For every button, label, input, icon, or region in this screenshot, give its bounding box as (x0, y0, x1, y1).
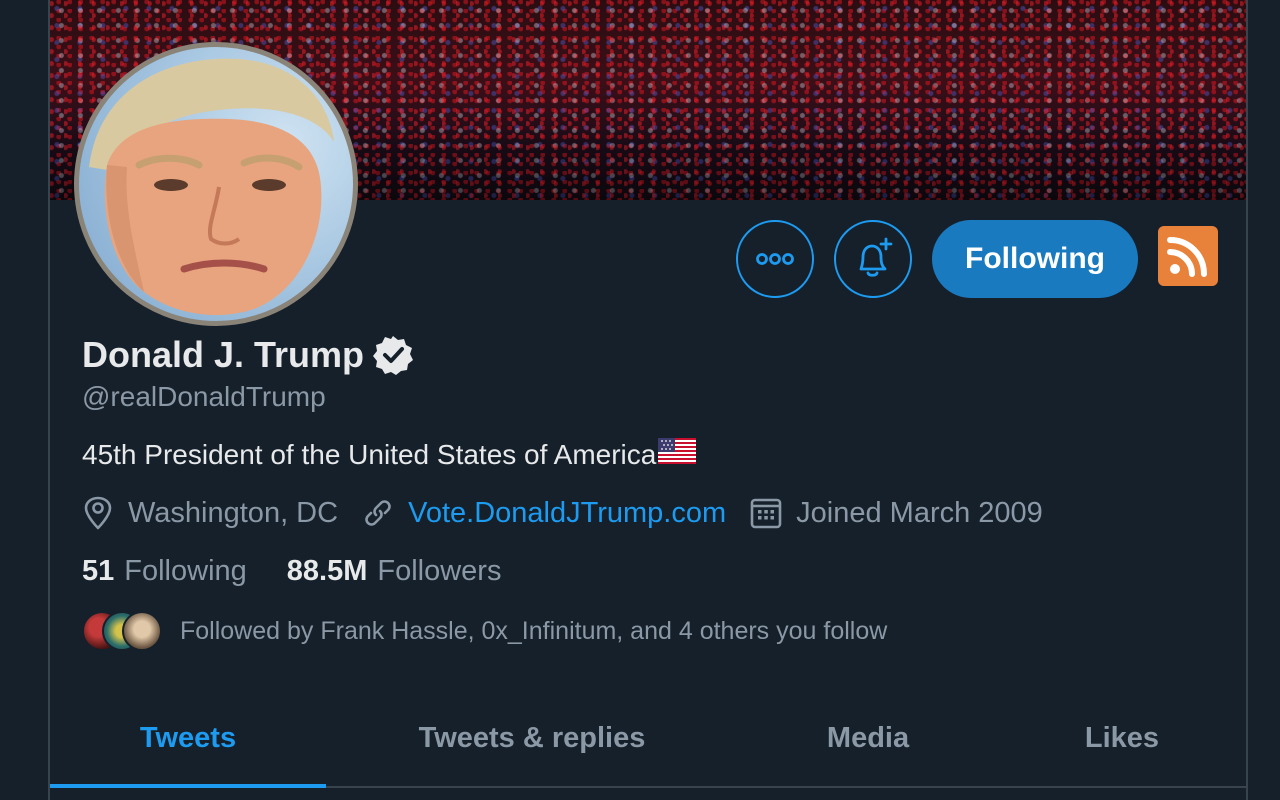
tab-label: Tweets & replies (418, 721, 646, 754)
joined-text: Joined March 2009 (796, 496, 1043, 529)
display-name: Donald J. Trump (82, 334, 414, 376)
active-tab-indicator (50, 784, 326, 788)
follower-avatar (122, 611, 162, 651)
followers-stat[interactable]: 88.5M Followers (287, 555, 502, 588)
verified-badge-icon (372, 334, 414, 376)
followers-label: Followers (377, 555, 502, 587)
tab-tweets-and-replies[interactable]: Tweets & replies (326, 690, 738, 786)
website-link[interactable]: Vote.DonaldJTrump.com (408, 497, 726, 530)
display-name-text: Donald J. Trump (82, 334, 365, 375)
calendar-icon (750, 498, 782, 529)
profile-stats: 51 Following 88.5M Followers (82, 555, 501, 588)
rss-feed-icon (1167, 237, 1207, 277)
location-item: Washington, DC (82, 496, 338, 530)
followed-by-row[interactable]: Followed by Frank Hassle, 0x_Infinitum, … (82, 611, 887, 651)
link-icon (365, 500, 391, 526)
profile-meta-row: Washington, DC Vote.DonaldJTrump.com Joi… (82, 496, 1043, 530)
profile-tabs: Tweets Tweets & replies Media Likes (50, 690, 1246, 788)
joined-item: Joined March 2009 (750, 497, 1043, 530)
following-label: Following (124, 555, 247, 587)
followed-by-avatars (82, 611, 164, 651)
profile-avatar[interactable] (74, 42, 358, 326)
location-pin-icon (84, 496, 112, 530)
website-item: Vote.DonaldJTrump.com (362, 497, 726, 530)
tab-tweets[interactable]: Tweets (50, 690, 326, 788)
tab-label: Likes (1084, 721, 1160, 754)
bio-text: 45th President of the United States of A… (82, 438, 657, 470)
profile-bio: 45th President of the United States of A… (82, 438, 697, 471)
more-options-button[interactable] (736, 220, 814, 298)
tab-label: Tweets (139, 721, 237, 754)
followed-by-text: Followed by Frank Hassle, 0x_Infinitum, … (180, 616, 888, 645)
following-button[interactable]: Following (932, 220, 1138, 298)
profile-column: Following Donald J. Trump @realDonaldTru… (48, 0, 1248, 800)
followers-count: 88.5M (286, 555, 368, 587)
tab-media[interactable]: Media (738, 690, 998, 786)
notify-button[interactable] (834, 220, 912, 298)
tab-label: Media (826, 721, 910, 754)
tab-likes[interactable]: Likes (998, 690, 1246, 786)
following-stat[interactable]: 51 Following (82, 555, 247, 588)
more-options-icon (756, 253, 794, 265)
notification-bell-plus-icon (859, 237, 893, 277)
rss-button[interactable] (1158, 226, 1218, 286)
following-count: 51 (82, 555, 115, 587)
us-flag-icon (658, 438, 697, 471)
profile-handle: @realDonaldTrump (82, 381, 326, 412)
location-text: Washington, DC (128, 496, 339, 529)
